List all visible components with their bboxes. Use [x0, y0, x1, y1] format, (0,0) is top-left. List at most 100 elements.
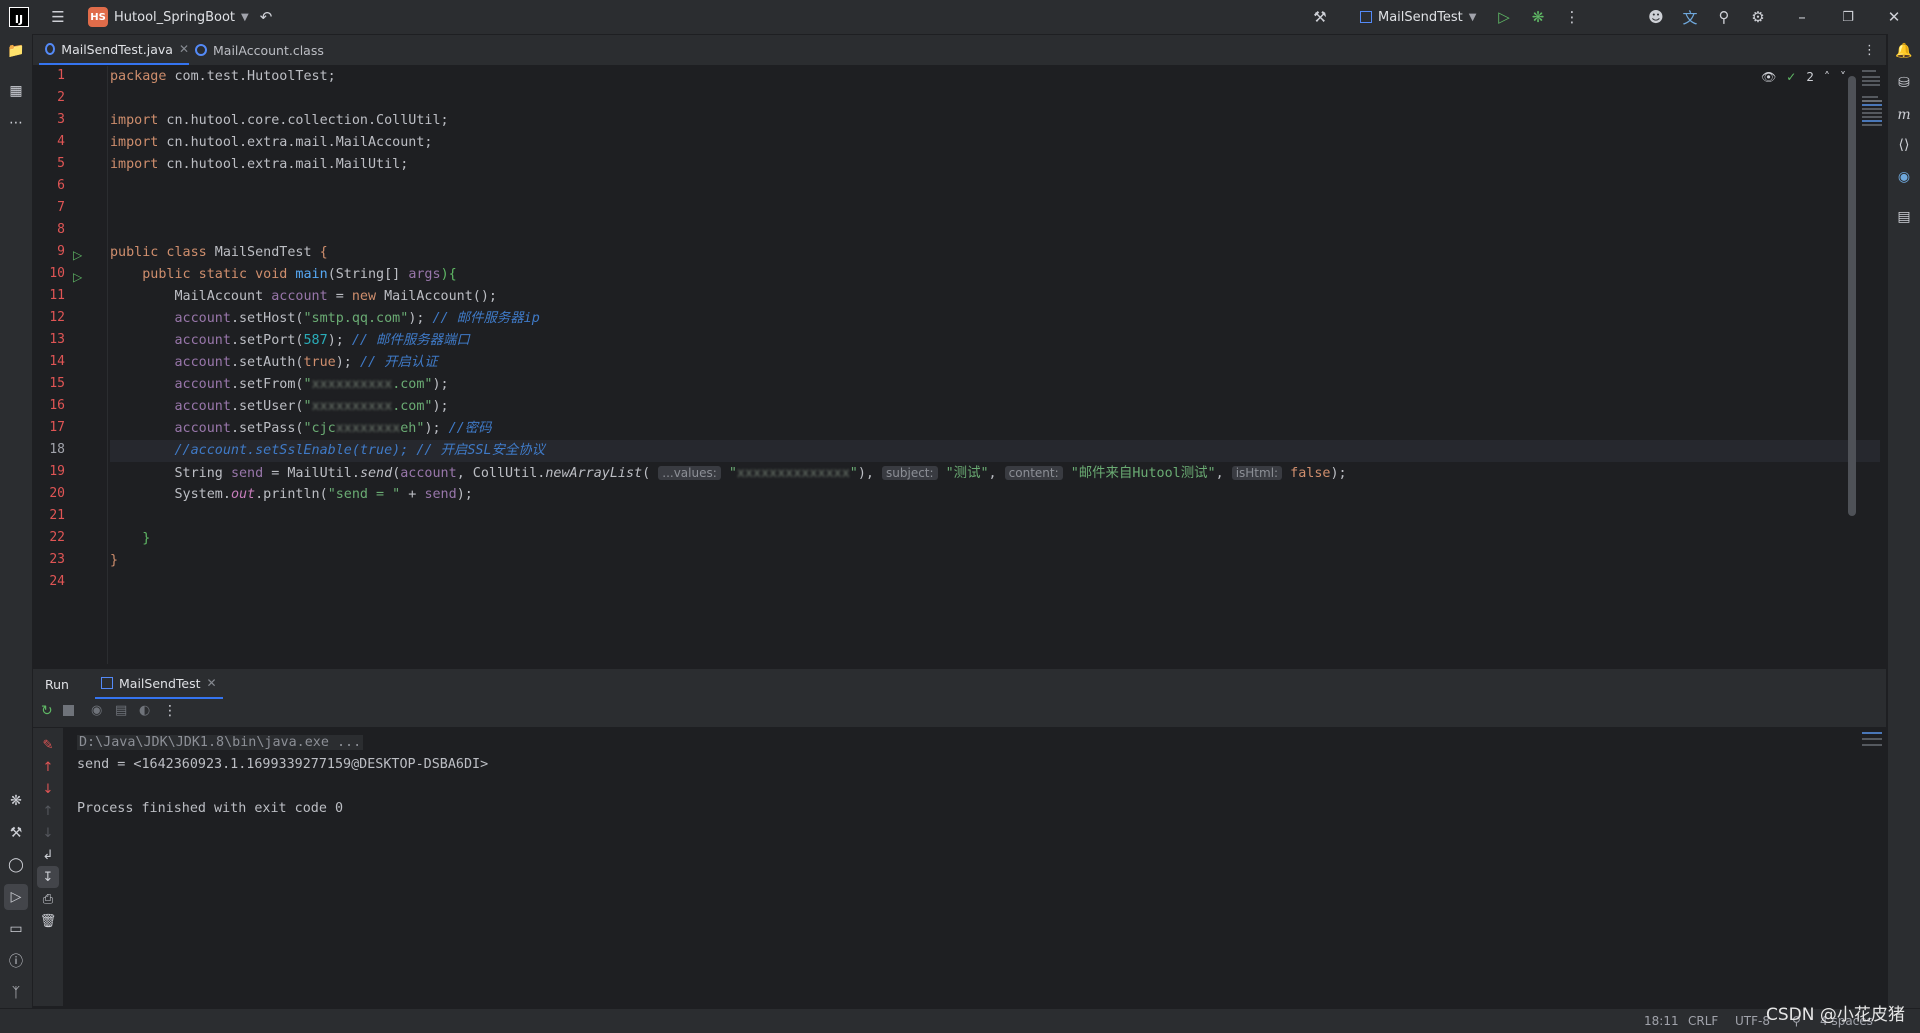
console-output[interactable]: D:\Java\JDK\JDK1.8\bin\java.exe ... send… [64, 728, 1886, 1006]
tab-more-icon[interactable]: ⋮ [1863, 35, 1876, 65]
scroll-to-end-icon[interactable]: ↧ [37, 866, 59, 888]
chevron-down-icon[interactable]: ˅ [1840, 70, 1846, 84]
console-output-line: send = <1642360923.1.1699339277159@DESKT… [77, 757, 489, 772]
build-tool-icon[interactable]: ⚒ [0, 820, 32, 846]
more-actions-icon[interactable]: ⋮ [1558, 3, 1586, 31]
camera-icon[interactable]: ◉ [91, 703, 102, 718]
run-main-gutter-icon[interactable]: ▷ [73, 270, 87, 284]
caret-position[interactable]: 18:11 [1644, 1009, 1679, 1033]
line-number: 3 [57, 112, 65, 127]
settings-gear-icon[interactable]: ⚙ [1744, 3, 1772, 31]
console-side-toolbar: ✎ ↑ ↓ ↑ ↓ ↲ ↧ ⎙ 🗑 [33, 728, 64, 1006]
code-line-4: import cn.hutool.extra.mail.MailAccount; [110, 135, 433, 150]
build-hammer-icon[interactable]: ⚒ [1306, 3, 1334, 31]
code-editor[interactable]: 1 2 3 4 5 6 7 8 9 10 11 12 13 14 15 16 1… [33, 66, 1886, 664]
console-command-line: D:\Java\JDK\JDK1.8\bin\java.exe ... [77, 735, 364, 750]
translate-icon[interactable]: 文 [1676, 3, 1704, 31]
git-icon[interactable]: ᛉ [0, 980, 32, 1006]
tab-mailaccount-class[interactable]: MailAccount.class [189, 35, 355, 65]
project-widget[interactable]: HS Hutool_SpringBoot ▼ [88, 0, 249, 34]
run-class-gutter-icon[interactable]: ▷ [73, 248, 87, 262]
more-actions-icon[interactable]: ⋮ [163, 703, 177, 719]
line-number: 4 [57, 134, 65, 149]
line-number: 9 [57, 244, 65, 259]
notifications-bell-icon[interactable]: 🔔 [1888, 38, 1920, 64]
chevron-down-icon: ▼ [1468, 11, 1477, 23]
title-bar: IJ ☰ HS Hutool_SpringBoot ▼ ↶ ⚒ MailSend… [0, 0, 1920, 35]
arrow-up-icon[interactable]: ↑ [33, 756, 63, 778]
ai-assistant-icon[interactable]: ◉ [1888, 164, 1920, 190]
close-tab-icon[interactable]: ✕ [207, 676, 217, 690]
editor-tabs: MailSendTest.java ✕ MailAccount.class ⋮ [33, 35, 1886, 66]
debug-tool-icon[interactable]: ❋ [0, 788, 32, 814]
inspection-count[interactable]: 2 [1806, 70, 1814, 84]
soft-wrap-icon[interactable]: ↲ [33, 844, 63, 866]
line-separator[interactable]: CRLF [1688, 1009, 1718, 1033]
code-line-17: account.setPass("cjcxxxxxxxxeh"); //密码 [174, 421, 492, 436]
undo-icon[interactable]: ↶ [252, 3, 280, 31]
search-icon[interactable]: ⚲ [1710, 3, 1738, 31]
run-tool-icon[interactable]: ▷ [4, 884, 28, 910]
close-tab-icon[interactable]: ✕ [179, 42, 189, 56]
java-class-icon [45, 43, 56, 55]
line-number: 5 [57, 156, 65, 171]
editor-scrollbar[interactable] [1848, 76, 1856, 516]
code-with-me-icon[interactable]: ☻ [1642, 3, 1670, 31]
code-line-18-current: //account.setSslEnable(true); // 开启SSL安全… [110, 440, 1880, 462]
maven-icon[interactable]: m [1888, 102, 1920, 128]
rerun-icon[interactable]: ↻ [41, 703, 53, 719]
code-line-22: } [142, 531, 151, 546]
coverage-icon[interactable]: ◐ [139, 703, 150, 718]
chevron-up-icon[interactable]: ˄ [1824, 70, 1830, 84]
up-disabled-icon[interactable]: ↑ [33, 800, 63, 822]
print-icon[interactable]: ⎙ [33, 888, 63, 910]
line-number: 8 [57, 222, 65, 237]
run-tab-mailsendtest[interactable]: MailSendTest ✕ [95, 669, 223, 699]
code-line-10: public static void main(String[] args){ [142, 267, 457, 282]
project-badge: HS [88, 7, 108, 27]
terminal-icon[interactable]: ▭ [0, 916, 32, 942]
minimize-icon[interactable]: – [1788, 3, 1816, 31]
left-tool-strip: 📁 ▦ ⋯ ❋ ⚒ ◯ ▷ ▭ ⓘ ᛉ [0, 34, 33, 1008]
more-tools-icon[interactable]: ⋯ [0, 110, 32, 136]
run-config-selector[interactable]: MailSendTest ▼ [1360, 0, 1476, 34]
param-hint-ishtml: isHtml: [1231, 466, 1283, 480]
console-minimap [1858, 728, 1886, 768]
database-icon[interactable]: ⛁ [1888, 70, 1920, 96]
redacted-text: xxxxxxxxxx [311, 377, 393, 392]
line-number: 14 [49, 354, 65, 369]
arrow-down-icon[interactable]: ↓ [33, 778, 63, 800]
run-icon[interactable]: ▷ [1490, 3, 1518, 31]
code-line-1: package com.test.HutoolTest; [110, 69, 336, 84]
line-number: 11 [49, 288, 65, 303]
line-number: 12 [49, 310, 65, 325]
line-number-current: 18 [49, 442, 65, 457]
tab-mailsendtest-java[interactable]: MailSendTest.java ✕ [39, 35, 189, 65]
stop-icon[interactable] [63, 705, 74, 716]
line-number: 21 [49, 508, 65, 523]
bookmarks-icon[interactable]: ▤ [1888, 204, 1920, 230]
clear-marker-icon[interactable]: ✎ [33, 734, 63, 756]
down-disabled-icon[interactable]: ↓ [33, 822, 63, 844]
file-encoding[interactable]: UTF-8 [1735, 1009, 1770, 1033]
close-window-icon[interactable]: ✕ [1880, 3, 1908, 31]
code-line-23: } [110, 553, 119, 568]
main-menu-icon[interactable]: ☰ [44, 3, 72, 31]
debug-icon[interactable]: ❋ [1524, 3, 1552, 31]
services-icon[interactable]: ◯ [0, 852, 32, 878]
restore-window-icon[interactable]: ❐ [1834, 3, 1862, 31]
tab-label: MailSendTest.java [61, 41, 173, 57]
restore-layout-icon[interactable]: ▤ [115, 703, 127, 718]
line-number: 13 [49, 332, 65, 347]
code-line-5: import cn.hutool.extra.mail.MailUtil; [110, 157, 409, 172]
structure-icon[interactable]: ▦ [0, 78, 32, 104]
reader-mode-eye-icon[interactable]: 👁 [1761, 70, 1776, 84]
java-class-icon [195, 44, 207, 56]
run-config-icon [1360, 11, 1372, 23]
trash-icon[interactable]: 🗑 [33, 910, 63, 932]
minimap[interactable] [1858, 66, 1886, 176]
code-structure-icon[interactable]: ⟨⟩ [1888, 132, 1920, 158]
project-folder-icon[interactable]: 📁 [0, 38, 32, 64]
problems-icon[interactable]: ⓘ [0, 948, 32, 974]
code-line-13: account.setPort(587); // 邮件服务器端口 [174, 333, 470, 348]
